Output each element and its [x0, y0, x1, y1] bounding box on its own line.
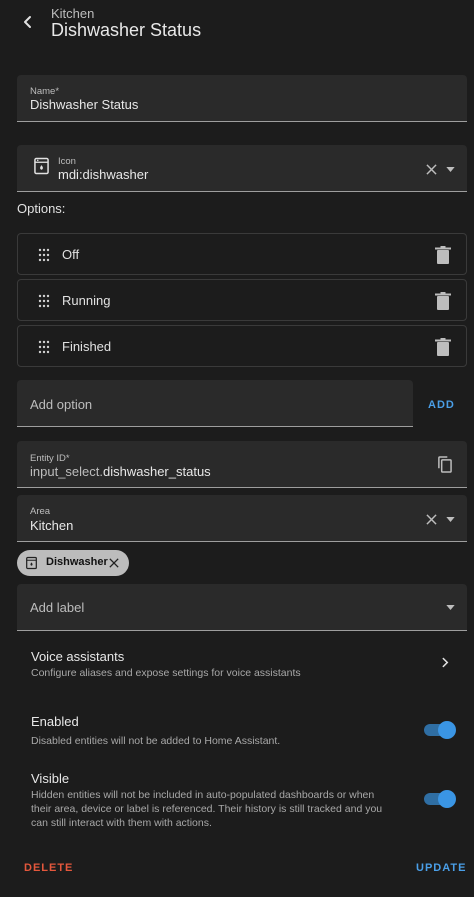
- icon-field-label: Icon: [58, 156, 76, 167]
- delete-option-icon[interactable]: [435, 338, 451, 356]
- delete-option-icon[interactable]: [435, 292, 451, 310]
- delete-option-icon[interactable]: [435, 246, 451, 264]
- option-row[interactable]: Off: [17, 233, 467, 275]
- drag-handle-icon[interactable]: [38, 340, 50, 354]
- option-label: Off: [62, 247, 80, 262]
- options-heading: Options:: [17, 201, 66, 216]
- area-field[interactable]: Area Kitchen: [17, 495, 467, 542]
- entity-id-object: dishwasher_status: [103, 464, 211, 479]
- option-label: Finished: [62, 339, 112, 354]
- option-row[interactable]: Finished: [17, 325, 467, 367]
- page-title: Dishwasher Status: [51, 20, 202, 40]
- add-option-input[interactable]: Add option: [17, 380, 413, 427]
- chevron-right-icon: [442, 657, 449, 668]
- remove-chip-icon[interactable]: [109, 558, 119, 568]
- voice-assistants-description: Configure aliases and expose settings fo…: [31, 667, 301, 679]
- top-bar: Kitchen Dishwasher Status: [0, 0, 474, 60]
- device-chip-label: Dishwasher: [46, 556, 108, 568]
- voice-assistants-row[interactable]: Voice assistants Configure aliases and e…: [0, 640, 474, 688]
- delete-button[interactable]: DELETE: [24, 862, 73, 874]
- drag-handle-icon[interactable]: [38, 248, 50, 262]
- drag-handle-icon[interactable]: [38, 294, 50, 308]
- copy-icon[interactable]: [437, 456, 452, 473]
- name-field[interactable]: Name* Dishwasher Status: [17, 75, 467, 122]
- area-field-value: Kitchen: [30, 518, 74, 533]
- entity-id-field[interactable]: Entity ID* input_select.dishwasher_statu…: [17, 441, 467, 488]
- clear-icon[interactable]: [426, 164, 437, 175]
- dropdown-arrow-icon[interactable]: [446, 605, 455, 610]
- device-chip[interactable]: Dishwasher: [17, 550, 129, 576]
- enabled-description: Disabled entities will not be added to H…: [31, 735, 281, 747]
- enabled-title: Enabled: [31, 714, 79, 729]
- entity-id-label: Entity ID*: [30, 453, 70, 464]
- visible-toggle-knob: [438, 790, 456, 808]
- dishwasher-icon: [34, 157, 49, 175]
- visible-description-line-1: Hidden entities will not be included in …: [31, 789, 375, 801]
- clear-icon[interactable]: [426, 514, 437, 525]
- area-field-label: Area: [30, 506, 51, 517]
- entity-id-prefix: input_select.: [30, 464, 103, 479]
- voice-assistants-title: Voice assistants: [31, 649, 125, 664]
- update-button[interactable]: UPDATE: [416, 862, 466, 874]
- enabled-toggle[interactable]: [424, 721, 456, 739]
- option-label: Running: [62, 293, 111, 308]
- enabled-toggle-knob: [438, 721, 456, 739]
- add-option-placeholder: Add option: [30, 397, 93, 412]
- visible-toggle[interactable]: [424, 790, 456, 808]
- add-label-placeholder: Add label: [30, 600, 85, 615]
- header-subtitle: Kitchen: [51, 6, 95, 21]
- icon-picker-field[interactable]: Icon mdi:dishwasher: [17, 145, 467, 192]
- visible-description-line-3: can still interact with them with action…: [31, 817, 212, 829]
- icon-field-value: mdi:dishwasher: [58, 167, 149, 182]
- dishwasher-icon: [26, 556, 37, 570]
- dropdown-arrow-icon[interactable]: [446, 517, 455, 522]
- back-arrow-icon[interactable]: [16, 10, 40, 34]
- visible-description-line-2: their area, device or label is reference…: [31, 803, 383, 815]
- entity-id-value: input_select.dishwasher_status: [30, 464, 211, 479]
- option-row[interactable]: Running: [17, 279, 467, 321]
- name-field-value: Dishwasher Status: [30, 97, 139, 112]
- name-field-label: Name*: [30, 86, 60, 97]
- add-option-button[interactable]: ADD: [428, 399, 455, 411]
- add-label-field[interactable]: Add label: [17, 584, 467, 631]
- visible-title: Visible: [31, 771, 70, 786]
- dropdown-arrow-icon[interactable]: [446, 167, 455, 172]
